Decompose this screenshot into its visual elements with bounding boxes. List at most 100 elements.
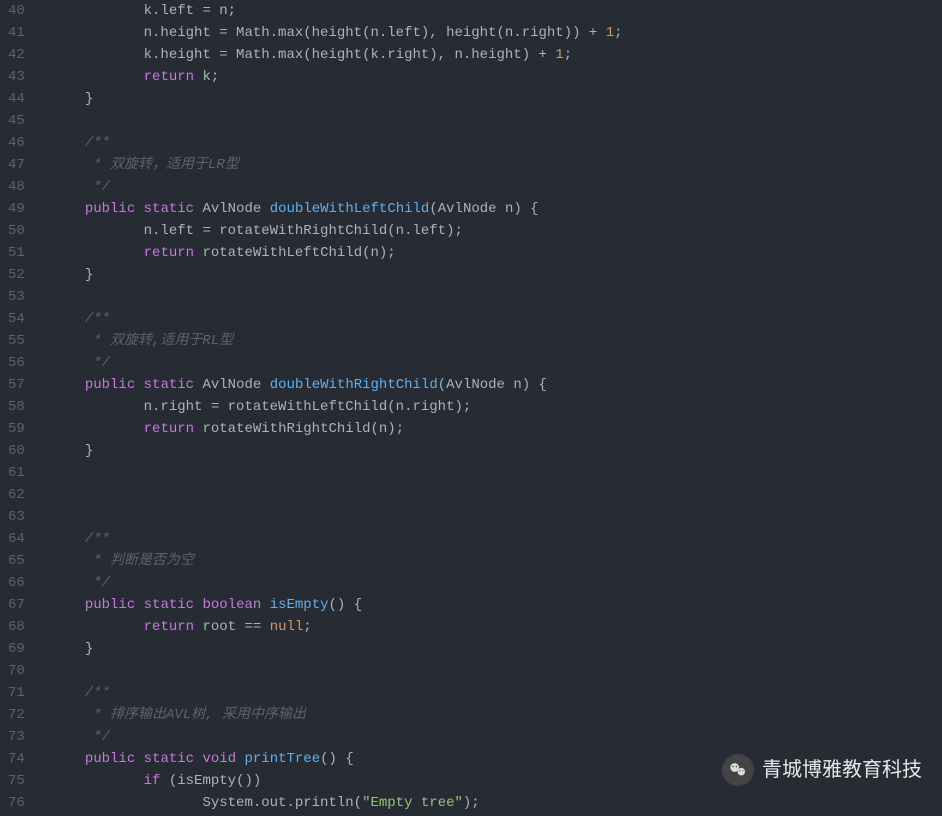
- token-comment: * 双旋转,适用于RL型: [85, 333, 233, 349]
- token-text: AvlNode: [194, 201, 270, 217]
- token-method-def: isEmpty: [270, 597, 329, 613]
- line-number: 49: [8, 198, 25, 220]
- code-line[interactable]: /**: [43, 308, 942, 330]
- token-text: [236, 751, 244, 767]
- code-line[interactable]: public static boolean isEmpty() {: [43, 594, 942, 616]
- line-number: 68: [8, 616, 25, 638]
- token-text: [43, 201, 85, 217]
- code-line[interactable]: /**: [43, 682, 942, 704]
- line-number: 63: [8, 506, 25, 528]
- token-comment: * 排序输出AVL树, 采用中序输出: [85, 707, 306, 723]
- token-num: 1: [606, 25, 614, 41]
- line-number: 51: [8, 242, 25, 264]
- token-text: k;: [194, 69, 219, 85]
- code-line[interactable]: n.left = rotateWithRightChild(n.left);: [43, 220, 942, 242]
- token-text: [43, 553, 85, 569]
- token-text: [43, 773, 144, 789]
- token-text: rotateWithLeftChild(n);: [194, 245, 396, 261]
- code-line[interactable]: */: [43, 572, 942, 594]
- code-line[interactable]: [43, 484, 942, 506]
- token-text: ;: [564, 47, 572, 63]
- code-line[interactable]: return k;: [43, 66, 942, 88]
- token-text: [43, 311, 85, 327]
- token-kw-static: static: [144, 597, 194, 613]
- line-number: 76: [8, 792, 25, 814]
- code-line[interactable]: System.out.println("Empty tree");: [43, 792, 942, 814]
- line-number: 56: [8, 352, 25, 374]
- token-method-def: doubleWithRightChild: [270, 377, 438, 393]
- token-text: root ==: [194, 619, 270, 635]
- line-number: 46: [8, 132, 25, 154]
- token-num: 1: [555, 47, 563, 63]
- watermark-overlay: 青城博雅教育科技: [722, 754, 922, 786]
- code-line[interactable]: [43, 506, 942, 528]
- token-text: k.height = Math.max(height(k.right), n.h…: [43, 47, 555, 63]
- code-line[interactable]: /**: [43, 132, 942, 154]
- token-text: [135, 377, 143, 393]
- code-line[interactable]: k.left = n;: [43, 0, 942, 22]
- token-text: [43, 355, 85, 371]
- code-line[interactable]: return rotateWithLeftChild(n);: [43, 242, 942, 264]
- token-text: [43, 597, 85, 613]
- code-line[interactable]: * 排序输出AVL树, 采用中序输出: [43, 704, 942, 726]
- token-text: () {: [329, 597, 363, 613]
- token-text: System.out.println(: [43, 795, 362, 811]
- code-area[interactable]: k.left = n; n.height = Math.max(height(n…: [43, 0, 942, 816]
- token-text: [43, 619, 144, 635]
- code-line[interactable]: [43, 660, 942, 682]
- code-line[interactable]: }: [43, 88, 942, 110]
- token-text: ;: [303, 619, 311, 635]
- token-text: k.left = n;: [43, 3, 236, 19]
- token-text: [43, 751, 85, 767]
- code-line[interactable]: [43, 286, 942, 308]
- line-number: 54: [8, 308, 25, 330]
- token-comment: /**: [85, 685, 110, 701]
- code-line[interactable]: return rotateWithRightChild(n);: [43, 418, 942, 440]
- code-line[interactable]: n.height = Math.max(height(n.left), heig…: [43, 22, 942, 44]
- code-line[interactable]: * 判断是否为空: [43, 550, 942, 572]
- token-text: (AvlNode n) {: [429, 201, 538, 217]
- token-kw-static: static: [144, 201, 194, 217]
- line-number: 44: [8, 88, 25, 110]
- code-line[interactable]: /**: [43, 528, 942, 550]
- code-line[interactable]: */: [43, 726, 942, 748]
- line-number: 59: [8, 418, 25, 440]
- token-comment: */: [85, 729, 110, 745]
- code-line[interactable]: */: [43, 176, 942, 198]
- code-line[interactable]: return root == null;: [43, 616, 942, 638]
- code-line[interactable]: */: [43, 352, 942, 374]
- line-number: 66: [8, 572, 25, 594]
- token-text: }: [43, 267, 93, 283]
- code-line[interactable]: * 双旋转,适用于RL型: [43, 330, 942, 352]
- line-number: 69: [8, 638, 25, 660]
- code-line[interactable]: public static AvlNode doubleWithLeftChil…: [43, 198, 942, 220]
- code-line[interactable]: [43, 110, 942, 132]
- token-kw-return: return: [144, 245, 194, 261]
- code-line[interactable]: }: [43, 638, 942, 660]
- code-line[interactable]: [43, 462, 942, 484]
- token-text: [135, 201, 143, 217]
- token-text: rotateWithRightChild(n);: [194, 421, 404, 437]
- line-number: 67: [8, 594, 25, 616]
- line-number: 75: [8, 770, 25, 792]
- code-line[interactable]: * 双旋转，适用于LR型: [43, 154, 942, 176]
- token-comment: * 判断是否为空: [85, 553, 194, 569]
- token-kw-public: public: [85, 751, 135, 767]
- token-kw-void: void: [202, 751, 236, 767]
- code-line[interactable]: k.height = Math.max(height(k.right), n.h…: [43, 44, 942, 66]
- code-line[interactable]: n.right = rotateWithLeftChild(n.right);: [43, 396, 942, 418]
- token-text: [43, 575, 85, 591]
- token-kw-null: null: [270, 619, 304, 635]
- code-editor[interactable]: 4041424344454647484950515253545556575859…: [0, 0, 942, 816]
- code-line[interactable]: public static AvlNode doubleWithRightChi…: [43, 374, 942, 396]
- token-kw-public: public: [85, 597, 135, 613]
- code-line[interactable]: }: [43, 440, 942, 462]
- watermark-text: 青城博雅教育科技: [762, 759, 922, 781]
- token-kw-public: public: [85, 201, 135, 217]
- code-line[interactable]: }: [43, 264, 942, 286]
- line-number: 53: [8, 286, 25, 308]
- line-number: 40: [8, 0, 25, 22]
- line-number: 61: [8, 462, 25, 484]
- line-number: 71: [8, 682, 25, 704]
- token-text: ;: [614, 25, 622, 41]
